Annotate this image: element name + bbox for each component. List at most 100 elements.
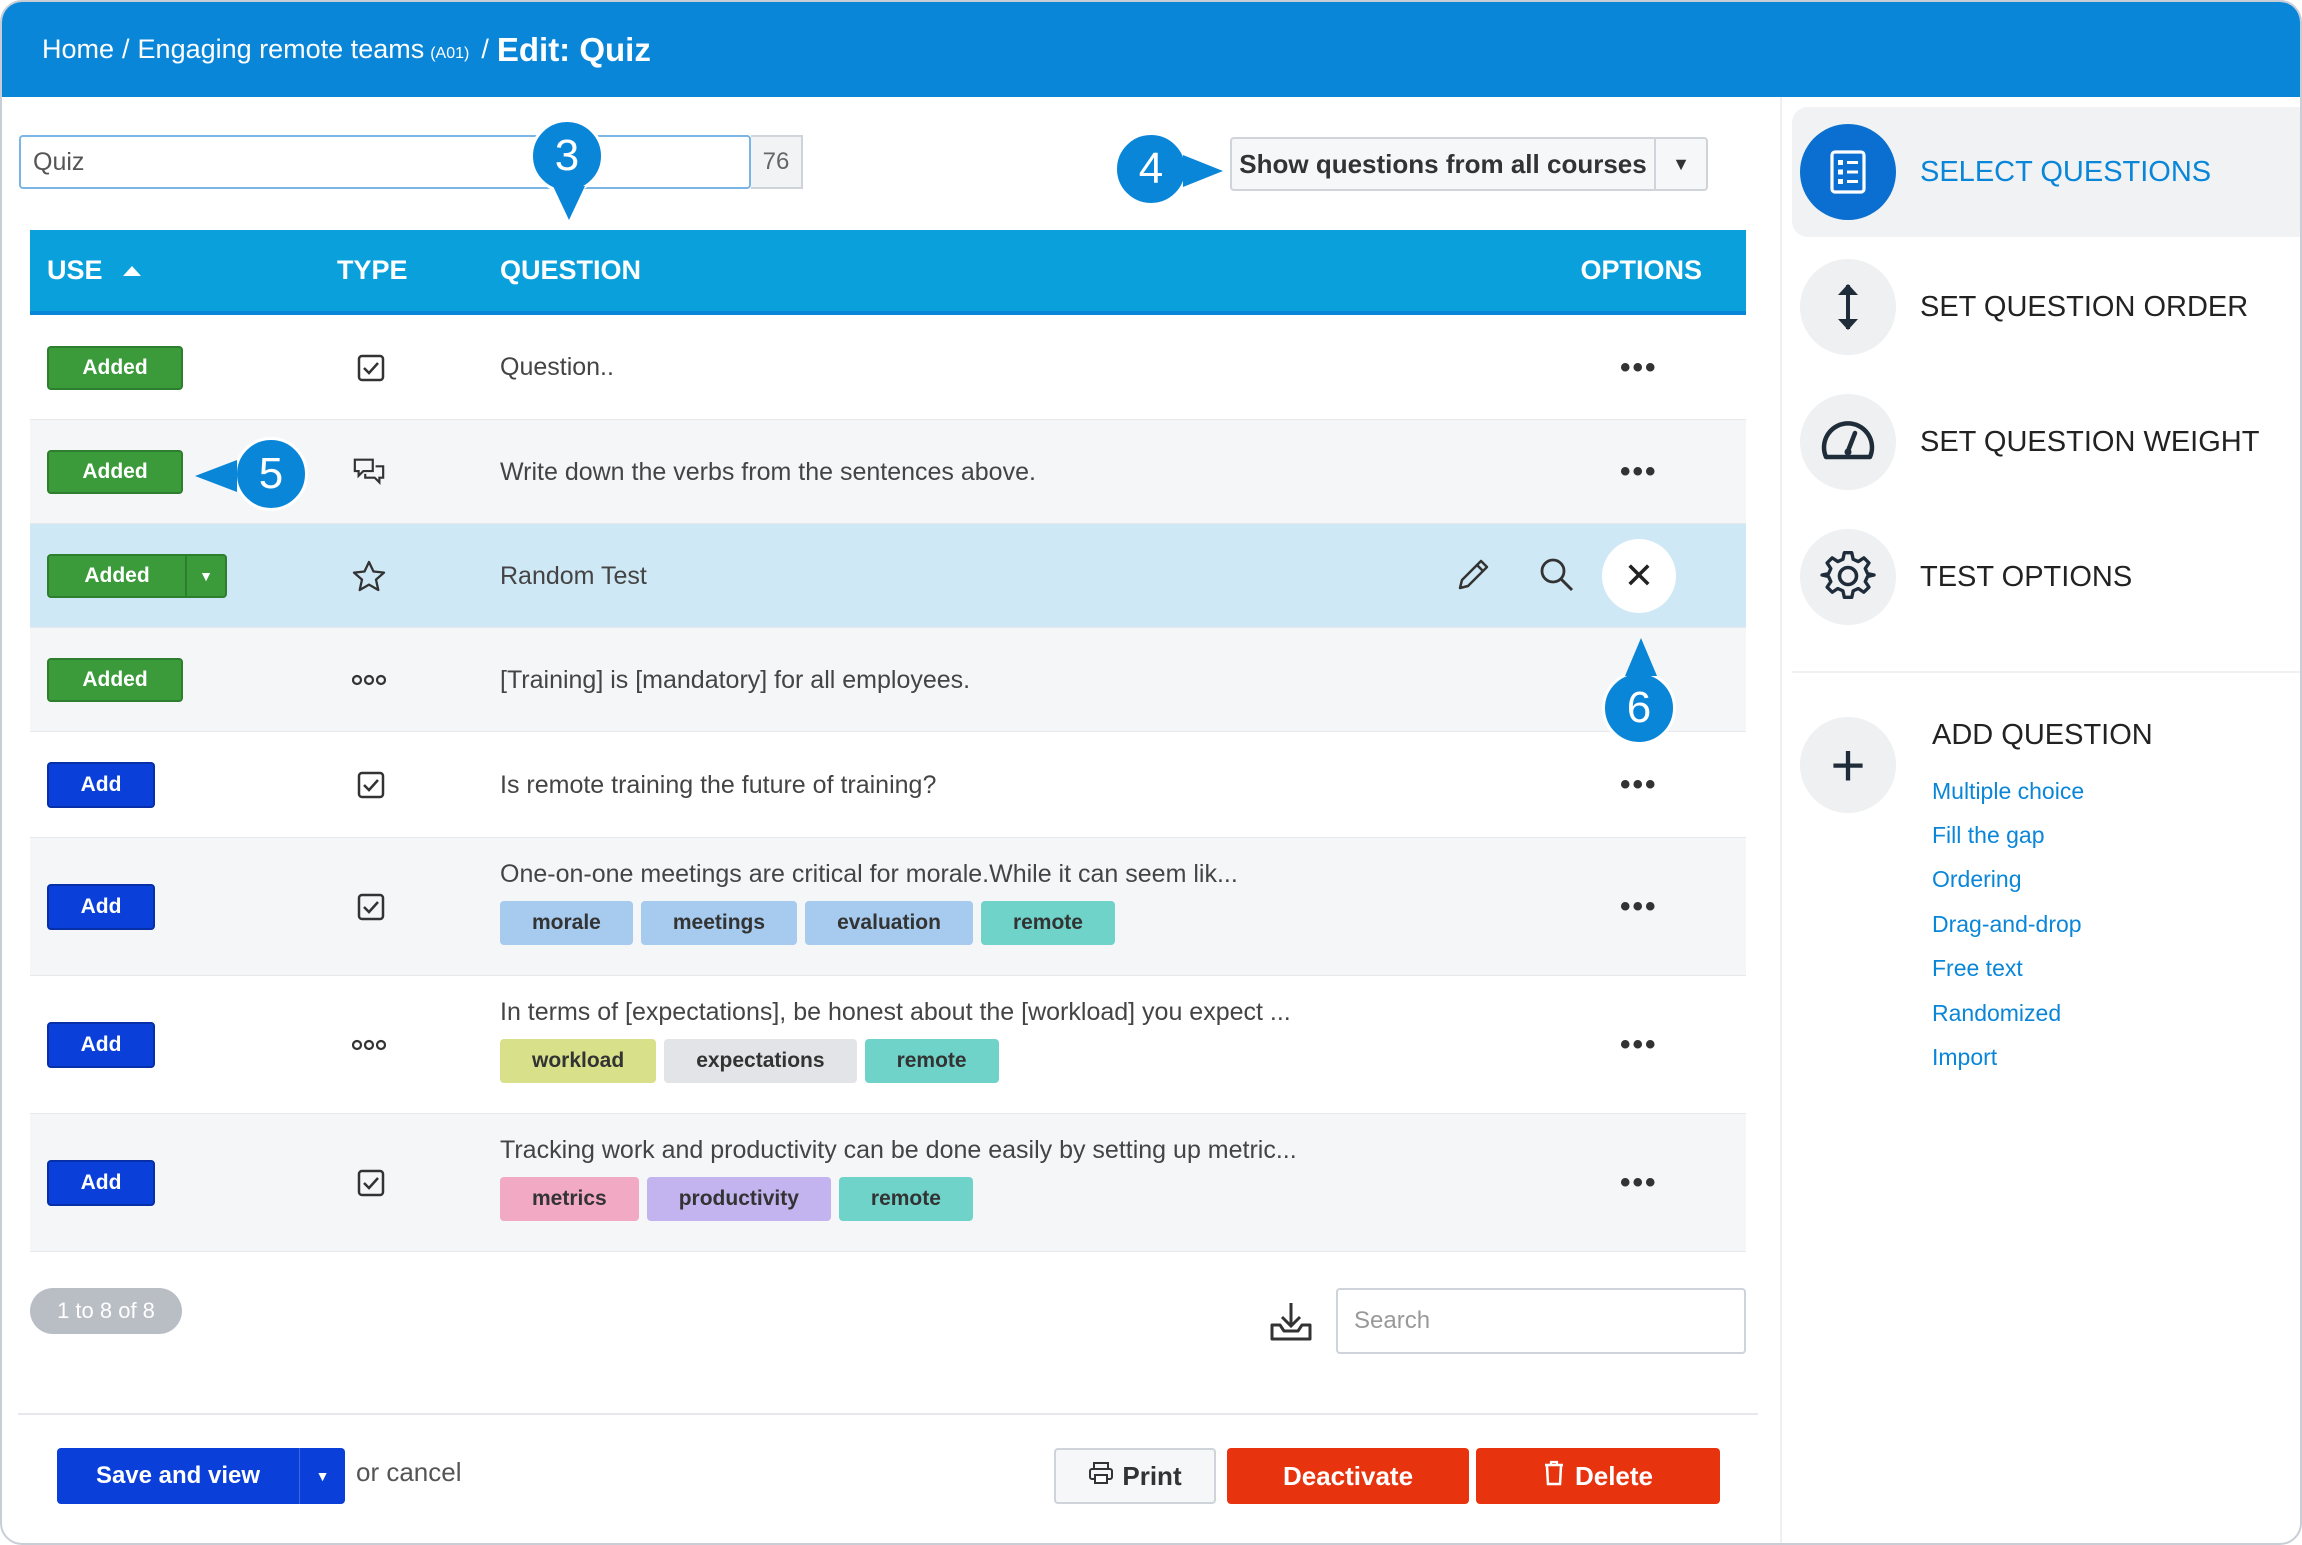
tag-evaluation[interactable]: evaluation (805, 901, 973, 945)
table-row: Add In terms of [expectations], be hones… (30, 976, 1746, 1114)
deactivate-button[interactable]: Deactivate (1227, 1448, 1469, 1504)
sidebar-item-label: SET QUESTION WEIGHT (1920, 425, 2260, 458)
printer-icon (1088, 1461, 1114, 1492)
table-header: USE TYPE QUESTION OPTIONS (30, 230, 1746, 315)
add-randomized-link[interactable]: Randomized (1932, 991, 2084, 1035)
table-row-selected: Added ▼ Random Test ✕ (30, 524, 1746, 628)
breadcrumb-course[interactable]: Engaging remote teams (138, 34, 425, 65)
add-ordering-link[interactable]: Ordering (1932, 858, 2084, 902)
column-header-use[interactable]: USE (47, 230, 141, 311)
close-icon[interactable]: ✕ (1602, 539, 1676, 613)
tag-remote[interactable]: remote (980, 901, 1115, 945)
checkbox-icon (354, 768, 388, 802)
question-text[interactable]: [Training] is [mandatory] for all employ… (500, 666, 970, 695)
more-options-icon[interactable]: ••• (1620, 1028, 1658, 1062)
sidebar-item-set-question-weight[interactable]: SET QUESTION WEIGHT (1792, 377, 2300, 507)
page-title: Edit: Quiz (496, 30, 651, 68)
add-button[interactable]: Add (47, 1160, 155, 1206)
sidebar-item-set-question-order[interactable]: SET QUESTION ORDER (1792, 242, 2300, 372)
callout-4: 4 (1114, 132, 1223, 206)
list-icon (1800, 124, 1896, 220)
question-text[interactable]: Question.. (500, 353, 614, 382)
checkbox-icon (354, 351, 388, 385)
course-filter-dropdown[interactable]: Show questions from all courses ▼ (1230, 137, 1708, 191)
save-and-view-label: Save and view (95, 1462, 261, 1489)
sidebar-item-label: SET QUESTION ORDER (1920, 290, 2249, 323)
added-split-button[interactable]: Added ▼ (47, 554, 227, 598)
more-options-icon[interactable]: ••• (1620, 455, 1658, 489)
column-header-options: OPTIONS (1580, 255, 1702, 285)
question-text[interactable]: Write down the verbs from the sentences … (500, 458, 1036, 487)
print-label: Print (1122, 1460, 1182, 1491)
chevron-down-icon[interactable]: ▼ (1654, 139, 1706, 189)
chevron-down-icon[interactable]: ▼ (299, 1448, 345, 1504)
column-header-question: QUESTION (500, 255, 642, 285)
delete-label: Delete (1574, 1460, 1654, 1491)
course-filter-label: Show questions from all courses (1239, 148, 1647, 179)
add-button[interactable]: Add (47, 884, 155, 930)
added-button[interactable]: Added (47, 658, 183, 702)
more-options-icon[interactable]: ••• (1620, 1166, 1658, 1200)
cancel-link[interactable]: or cancel (356, 1457, 462, 1488)
delete-button[interactable]: Delete (1476, 1448, 1720, 1504)
breadcrumb-separator: / (481, 34, 489, 64)
fill-gap-icon (352, 1028, 386, 1062)
download-icon[interactable] (1268, 1299, 1314, 1345)
add-free-text-link[interactable]: Free text (1932, 947, 2084, 991)
callout-5: 5 (195, 437, 308, 511)
vertical-arrows-icon (1800, 259, 1896, 355)
import-link[interactable]: Import (1932, 1035, 2084, 1079)
sidebar-item-label: TEST OPTIONS (1920, 560, 2133, 593)
question-text[interactable]: Is remote training the future of trainin… (500, 771, 936, 800)
question-text[interactable]: Tracking work and productivity can be do… (500, 1136, 1297, 1165)
more-options-icon[interactable]: ••• (1620, 351, 1658, 385)
tag-meetings[interactable]: meetings (640, 901, 798, 945)
tag-morale[interactable]: morale (500, 901, 633, 945)
pencil-icon[interactable] (1454, 554, 1494, 599)
table-row: Added Question.. ••• (30, 315, 1746, 420)
chat-bubbles-icon (352, 455, 386, 489)
question-text[interactable]: Random Test (500, 562, 647, 591)
sidebar-item-select-questions[interactable]: SELECT QUESTIONS (1792, 107, 2300, 237)
pagination-info: 1 to 8 of 8 (30, 1288, 182, 1334)
add-button[interactable]: Add (47, 1022, 155, 1068)
add-fill-the-gap-link[interactable]: Fill the gap (1932, 813, 2084, 857)
star-icon (352, 559, 386, 593)
callout-3: 3 (530, 119, 604, 220)
tag-workload[interactable]: workload (500, 1039, 657, 1083)
more-options-icon[interactable]: ••• (1620, 768, 1658, 802)
tag-expectations[interactable]: expectations (664, 1039, 857, 1083)
chevron-down-icon[interactable]: ▼ (185, 556, 225, 596)
print-button[interactable]: Print (1054, 1448, 1216, 1504)
callout-6: 6 (1602, 638, 1676, 745)
add-button[interactable]: Add (47, 762, 155, 808)
tag-list: metrics productivity remote (500, 1177, 973, 1221)
gear-icon (1800, 529, 1896, 625)
breadcrumb-course-code: (A01) (430, 44, 470, 62)
plus-icon[interactable]: + (1800, 717, 1896, 813)
tag-metrics[interactable]: metrics (500, 1177, 639, 1221)
sort-ascending-icon (122, 265, 141, 276)
added-button[interactable]: Added (47, 450, 183, 494)
added-button-label: Added (84, 564, 150, 587)
search-input[interactable]: Search (1336, 1288, 1746, 1354)
save-and-view-button[interactable]: Save and view ▼ (57, 1448, 345, 1504)
title-char-count: 76 (751, 135, 803, 189)
tag-remote[interactable]: remote (838, 1177, 973, 1221)
more-options-icon[interactable]: ••• (1620, 890, 1658, 924)
add-drag-and-drop-link[interactable]: Drag-and-drop (1932, 902, 2084, 946)
tag-remote[interactable]: remote (864, 1039, 999, 1083)
top-bar: Home / Engaging remote teams (A01) / Edi… (2, 2, 2300, 97)
column-header-type: TYPE (337, 255, 408, 285)
question-text[interactable]: In terms of [expectations], be honest ab… (500, 998, 1291, 1027)
add-multiple-choice-link[interactable]: Multiple choice (1932, 769, 2084, 813)
search-icon[interactable] (1536, 554, 1576, 599)
added-button[interactable]: Added (47, 345, 183, 390)
tag-productivity[interactable]: productivity (646, 1177, 831, 1221)
quiz-title-input[interactable]: Quiz (19, 135, 751, 189)
trash-icon (1543, 1460, 1565, 1493)
sidebar-item-test-options[interactable]: TEST OPTIONS (1792, 512, 2300, 642)
breadcrumb-home[interactable]: Home (42, 34, 114, 65)
question-text[interactable]: One-on-one meetings are critical for mor… (500, 860, 1238, 889)
tag-list: workload expectations remote (500, 1039, 999, 1083)
